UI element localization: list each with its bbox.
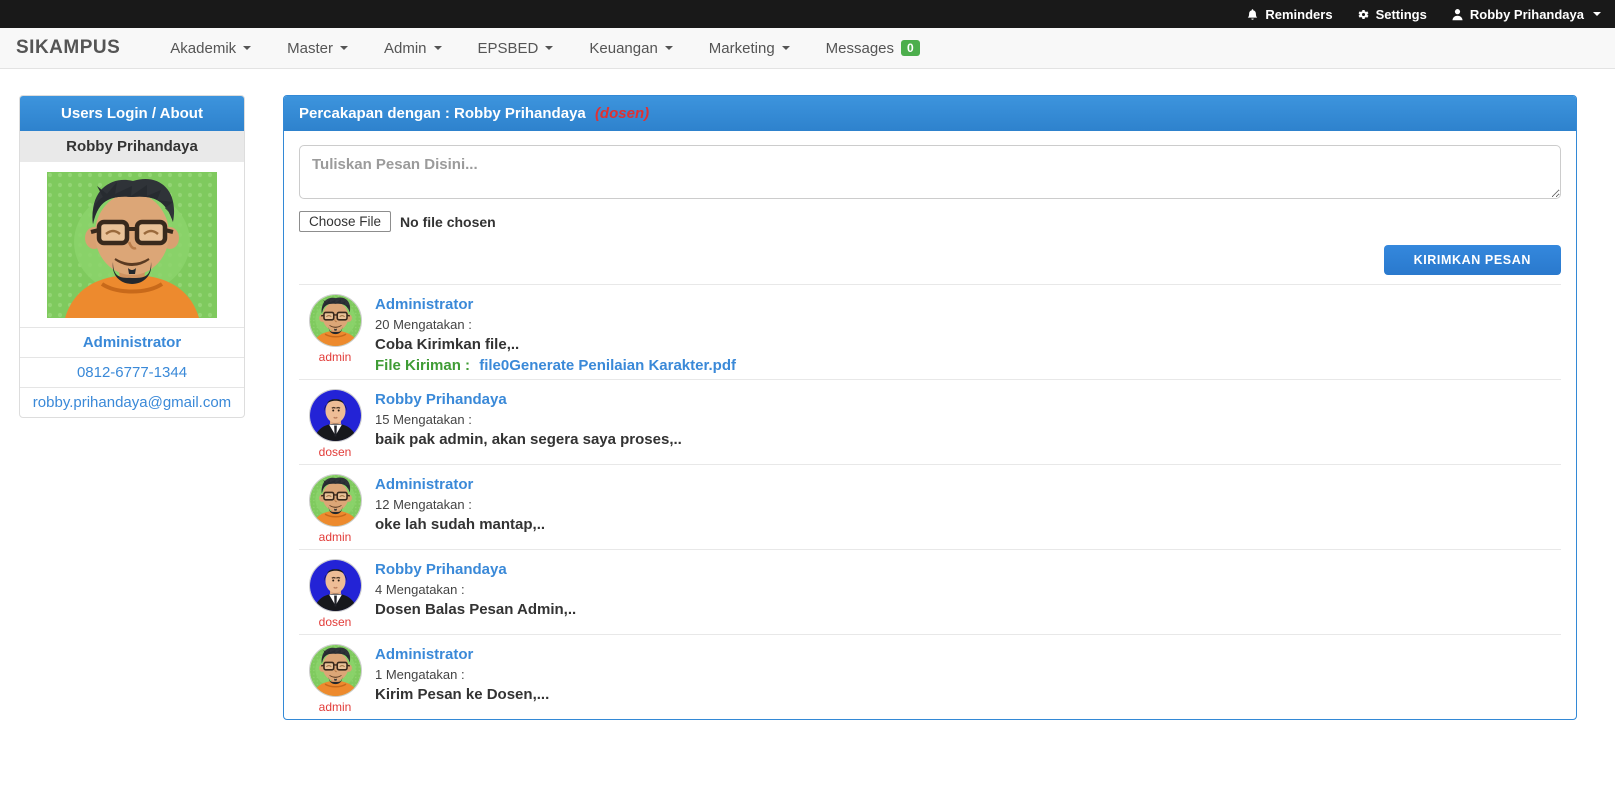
sidebar-avatar [20,162,244,327]
file-upload-row: Choose File No file chosen [299,211,1561,232]
sender-role-label: admin [319,350,352,364]
message-avatar-col: admin [299,644,371,714]
admin-cartoon-avatar [47,172,217,318]
reminders-label: Reminders [1265,7,1332,22]
conversation-title: Percakapan dengan : Robby Prihandaya [299,105,586,122]
message-meta: 1 Mengatakan : [375,667,549,682]
message-avatar-col: dosen [299,389,371,459]
message-meta: 4 Mengatakan : [375,582,576,597]
choose-file-button[interactable]: Choose File [299,211,391,232]
user-name-label: Robby Prihandaya [1470,7,1584,22]
nav-label: Marketing [709,40,775,57]
send-message-button[interactable]: KIRIMKAN PESAN [1384,245,1561,275]
send-row: KIRIMKAN PESAN [299,245,1561,275]
sender-role-label: admin [319,700,352,714]
gear-icon [1357,8,1370,21]
nav-label: EPSBED [478,40,539,57]
message-avatar-col: admin [299,294,371,374]
sender-role-label: dosen [319,615,352,629]
nav-item-akademik[interactable]: Akademik [170,40,251,57]
message-text: Dosen Balas Pesan Admin,.. [375,601,576,618]
conversation-panel: Percakapan dengan : Robby Prihandaya (do… [283,95,1577,720]
message-text: Coba Kirimkan file,.. [375,336,736,353]
nav-label: Akademik [170,40,236,57]
message-item: admin Administrator 20 Mengatakan : Coba… [299,284,1561,379]
message-content: Robby Prihandaya 15 Mengatakan : baik pa… [371,389,682,459]
caret-down-icon [1593,12,1601,16]
settings-menu[interactable]: Settings [1357,7,1427,22]
page-content: Users Login / About Robby Prihandaya Adm… [0,69,1615,720]
sender-name-link[interactable]: Administrator [375,296,736,313]
nav-label: Messages [826,40,894,57]
message-avatar-col: admin [299,474,371,544]
user-about-panel-header[interactable]: Users Login / About [20,96,244,131]
attachment-file-link[interactable]: file0Generate Penilaian Karakter.pdf [479,357,736,374]
sidebar-user-name: Robby Prihandaya [20,131,244,162]
settings-label: Settings [1376,7,1427,22]
nav-label: Master [287,40,333,57]
nav-item-marketing[interactable]: Marketing [709,40,790,57]
caret-down-icon [434,46,442,50]
sidebar-role-link[interactable]: Administrator [20,327,244,357]
message-content: Administrator 1 Mengatakan : Kirim Pesan… [371,644,549,714]
bell-icon [1246,8,1259,21]
message-item: dosen Robby Prihandaya 15 Mengatakan : b… [299,379,1561,464]
dosen-photo-avatar [309,559,362,612]
conversation-header: Percakapan dengan : Robby Prihandaya (do… [284,96,1576,131]
message-text: oke lah sudah mantap,.. [375,516,545,533]
message-attachment: File Kiriman : file0Generate Penilaian K… [375,357,736,374]
sender-name-link[interactable]: Administrator [375,646,549,663]
message-content: Administrator 12 Mengatakan : oke lah su… [371,474,545,544]
message-meta: 12 Mengatakan : [375,497,545,512]
nav-label: Keuangan [589,40,657,57]
user-icon [1451,8,1464,21]
caret-down-icon [782,46,790,50]
admin-cartoon-avatar [309,294,362,347]
message-avatar-col: dosen [299,559,371,629]
user-about-panel: Users Login / About Robby Prihandaya Adm… [19,95,245,418]
nav-item-epsbed[interactable]: EPSBED [478,40,554,57]
conversation-body: Choose File No file chosen KIRIMKAN PESA… [284,131,1576,719]
caret-down-icon [340,46,348,50]
messages-count-badge: 0 [901,40,920,56]
top-utility-bar: Reminders Settings Robby Prihandaya [0,0,1615,28]
message-item: dosen Robby Prihandaya 4 Mengatakan : Do… [299,549,1561,634]
sender-name-link[interactable]: Robby Prihandaya [375,561,576,578]
sender-role-label: admin [319,530,352,544]
reminders-menu[interactable]: Reminders [1246,7,1332,22]
admin-cartoon-avatar [309,644,362,697]
nav-item-keuangan[interactable]: Keuangan [589,40,672,57]
user-account-menu[interactable]: Robby Prihandaya [1451,7,1601,22]
dosen-photo-avatar [309,389,362,442]
conversation-role: (dosen) [595,105,649,122]
sidebar-email-link[interactable]: robby.prihandaya@gmail.com [20,387,244,417]
sidebar-phone-link[interactable]: 0812-6777-1344 [20,357,244,387]
caret-down-icon [665,46,673,50]
message-text: baik pak admin, akan segera saya proses,… [375,431,682,448]
message-item: admin Administrator 12 Mengatakan : oke … [299,464,1561,549]
sender-role-label: dosen [319,445,352,459]
file-status-text: No file chosen [400,214,496,230]
caret-down-icon [545,46,553,50]
sender-name-link[interactable]: Administrator [375,476,545,493]
attachment-label: File Kiriman : [375,357,470,374]
nav-item-master[interactable]: Master [287,40,348,57]
admin-cartoon-avatar [309,474,362,527]
message-content: Robby Prihandaya 4 Mengatakan : Dosen Ba… [371,559,576,629]
nav-item-admin[interactable]: Admin [384,40,442,57]
brand-logo[interactable]: SIKAMPUS [16,37,120,59]
main-navbar: SIKAMPUS Akademik Master Admin EPSBED Ke… [0,28,1615,69]
message-meta: 15 Mengatakan : [375,412,682,427]
nav-item-messages[interactable]: Messages 0 [826,40,920,57]
nav-label: Admin [384,40,427,57]
message-meta: 20 Mengatakan : [375,317,736,332]
caret-down-icon [243,46,251,50]
message-content: Administrator 20 Mengatakan : Coba Kirim… [371,294,736,374]
sender-name-link[interactable]: Robby Prihandaya [375,391,682,408]
message-item: admin Administrator 1 Mengatakan : Kirim… [299,634,1561,719]
message-input[interactable] [299,145,1561,199]
message-text: Kirim Pesan ke Dosen,... [375,686,549,703]
